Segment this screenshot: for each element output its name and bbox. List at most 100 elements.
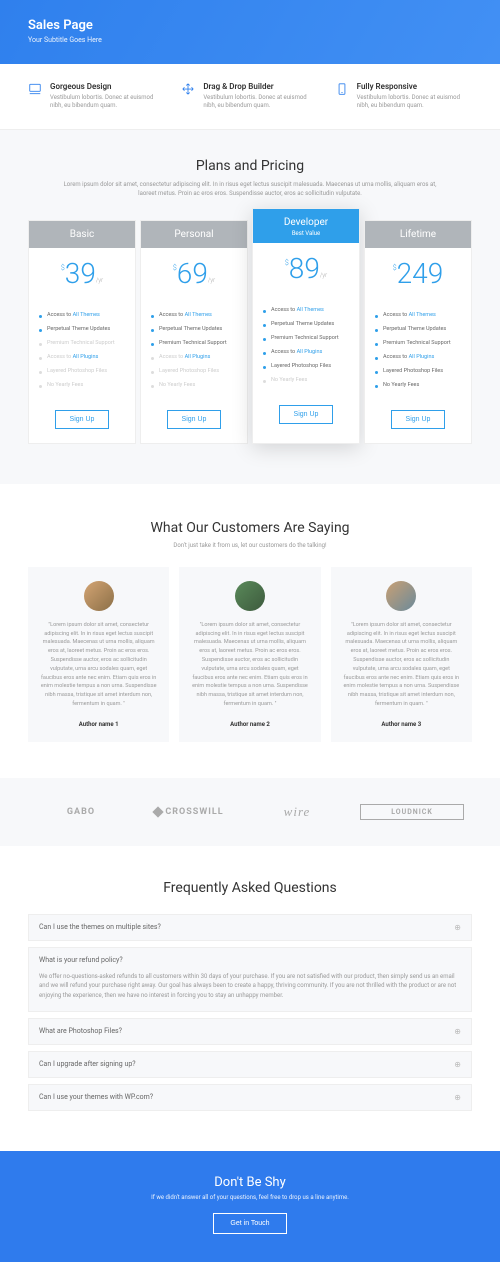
- faq-item: Can I use your themes with WP.com?⊕: [28, 1084, 472, 1111]
- testimonial-text: "Lorem ipsum dolor sit amet, consectetur…: [343, 621, 460, 709]
- plan-feature: Layered Photoshop Files: [39, 364, 125, 378]
- plan-price: $39/yr: [29, 248, 135, 300]
- signup-button[interactable]: Sign Up: [55, 410, 110, 429]
- feature-desc: Vestibulum lobortis. Donec at euismod ni…: [203, 94, 318, 111]
- plan-feature-link[interactable]: All Themes: [185, 312, 212, 318]
- feature-icon: [181, 82, 195, 96]
- avatar: [386, 581, 416, 611]
- faq-title: Frequently Asked Questions: [28, 880, 472, 896]
- faq-question[interactable]: Can I use the themes on multiple sites?⊕: [29, 915, 471, 940]
- plan-price: $69/yr: [141, 248, 247, 300]
- expand-icon: ⊕: [454, 1060, 461, 1069]
- plan-feature-link[interactable]: All Plugins: [185, 354, 211, 360]
- faq-item: Can I use the themes on multiple sites?⊕: [28, 914, 472, 941]
- testimonial-text: "Lorem ipsum dolor sit amet, consectetur…: [191, 621, 308, 709]
- plan-name: Basic: [33, 229, 131, 240]
- feature-title: Gorgeous Design: [50, 82, 165, 91]
- plan-features: Access to All ThemesPerpetual Theme Upda…: [253, 295, 359, 395]
- faq-item: What are Photoshop Files?⊕: [28, 1018, 472, 1045]
- expand-icon: ⊕: [454, 1027, 461, 1036]
- plan-features: Access to All ThemesPerpetual Theme Upda…: [365, 300, 471, 400]
- testimonial-author: Author name 2: [191, 721, 308, 728]
- plan-feature-link[interactable]: All Plugins: [297, 349, 323, 355]
- plan-feature: Perpetual Theme Updates: [263, 317, 349, 331]
- plan-feature: Layered Photoshop Files: [263, 359, 349, 373]
- plan-feature: Perpetual Theme Updates: [151, 322, 237, 336]
- plan-feature: No Yearly Fees: [375, 378, 461, 392]
- pricing-sub: Lorem ipsum dolor sit amet, consectetur …: [60, 180, 440, 198]
- brand-logo: wire: [252, 804, 342, 820]
- testimonial-author: Author name 1: [40, 721, 157, 728]
- feature-icon: [28, 82, 42, 96]
- get-in-touch-button[interactable]: Get in Touch: [213, 1213, 286, 1234]
- plan-feature: Access to All Themes: [375, 308, 461, 322]
- cta-section: Don't Be Shy If we didn't answer all of …: [0, 1151, 500, 1262]
- plan-feature-link[interactable]: All Plugins: [73, 354, 99, 360]
- plan-feature: Access to All Themes: [151, 308, 237, 322]
- best-value-label: Best Value: [257, 230, 355, 237]
- testimonial-author: Author name 3: [343, 721, 460, 728]
- expand-icon: ⊕: [454, 923, 461, 932]
- plan-price: $249: [365, 248, 471, 300]
- faq-question[interactable]: What are Photoshop Files?⊕: [29, 1019, 471, 1044]
- logos-row: GABOCROSSWILLwireLOUDNICK: [0, 778, 500, 846]
- plan-name: Lifetime: [369, 229, 467, 240]
- plan-feature: Perpetual Theme Updates: [375, 322, 461, 336]
- signup-button[interactable]: Sign Up: [167, 410, 222, 429]
- brand-logo: LOUDNICK: [360, 804, 464, 820]
- plan-price: $89/yr: [253, 243, 359, 295]
- plan-feature: Access to All Plugins: [263, 345, 349, 359]
- plan-feature-link[interactable]: All Themes: [73, 312, 100, 318]
- faq-section: Frequently Asked Questions Can I use the…: [0, 846, 500, 1151]
- plan-feature: No Yearly Fees: [263, 373, 349, 387]
- page-title: Sales Page: [28, 18, 472, 33]
- faq-item: Can I upgrade after signing up?⊕: [28, 1051, 472, 1078]
- plan-feature: Access to All Themes: [39, 308, 125, 322]
- avatar: [84, 581, 114, 611]
- plan-header: Personal: [141, 221, 247, 248]
- plan-feature-link[interactable]: All Plugins: [409, 354, 435, 360]
- plan-header: Basic: [29, 221, 135, 248]
- plan-feature: Access to All Plugins: [151, 350, 237, 364]
- pricing-section: Plans and Pricing Lorem ipsum dolor sit …: [0, 130, 500, 484]
- pricing-title: Plans and Pricing: [28, 158, 472, 174]
- testimonial-card: "Lorem ipsum dolor sit amet, consectetur…: [179, 567, 320, 742]
- testimonial-card: "Lorem ipsum dolor sit amet, consectetur…: [331, 567, 472, 742]
- plan-developer: DeveloperBest Value$89/yrAccess to All T…: [252, 208, 360, 444]
- plan-feature: Premium Technical Support: [263, 331, 349, 345]
- hero: Sales Page Your Subtitle Goes Here: [0, 0, 500, 64]
- testimonial-card: "Lorem ipsum dolor sit amet, consectetur…: [28, 567, 169, 742]
- plan-name: Developer: [257, 217, 355, 228]
- plan-feature: Premium Technical Support: [39, 336, 125, 350]
- page-subtitle: Your Subtitle Goes Here: [28, 36, 472, 44]
- cta-title: Don't Be Shy: [28, 1175, 472, 1190]
- plan-header: Lifetime: [365, 221, 471, 248]
- testimonial-text: "Lorem ipsum dolor sit amet, consectetur…: [40, 621, 157, 709]
- plan-feature: Premium Technical Support: [375, 336, 461, 350]
- plan-feature-link[interactable]: All Themes: [297, 307, 324, 313]
- feature-icon: [335, 82, 349, 96]
- faq-question[interactable]: What is your refund policy?: [29, 948, 471, 972]
- feature-desc: Vestibulum lobortis. Donec at euismod ni…: [357, 94, 472, 111]
- plan-feature: Access to All Plugins: [39, 350, 125, 364]
- plan-feature-link[interactable]: All Themes: [409, 312, 436, 318]
- faq-item: What is your refund policy?We offer no-q…: [28, 947, 472, 1012]
- plan-header: Developer Best Value: [253, 209, 359, 243]
- features-row: Gorgeous Design Vestibulum lobortis. Done…: [0, 64, 500, 130]
- plan-personal: Personal$69/yr Access to All ThemesPerpet…: [140, 220, 248, 444]
- faq-question[interactable]: Can I upgrade after signing up?⊕: [29, 1052, 471, 1077]
- plan-feature: Layered Photoshop Files: [151, 364, 237, 378]
- feature-item: Fully ResponsiveVestibulum lobortis. Don…: [335, 82, 472, 111]
- brand-logo: CROSSWILL: [144, 807, 234, 817]
- plan-feature: No Yearly Fees: [39, 378, 125, 392]
- signup-button[interactable]: Sign Up: [279, 405, 334, 424]
- feature-desc: Vestibulum lobortis. Donec at euismod ni…: [50, 94, 165, 111]
- signup-button[interactable]: Sign Up: [391, 410, 446, 429]
- plan-feature: Access to All Themes: [263, 303, 349, 317]
- faq-answer: We offer no-questions-asked refunds to a…: [29, 972, 471, 1011]
- faq-question[interactable]: Can I use your themes with WP.com?⊕: [29, 1085, 471, 1110]
- testimonials-section: What Our Customers Are Saying Don't just…: [0, 484, 500, 778]
- plan-features: Access to All ThemesPerpetual Theme Upda…: [29, 300, 135, 400]
- feature-title: Drag & Drop Builder: [203, 82, 318, 91]
- testimonials-sub: Don't just take it from us, let our cust…: [28, 542, 472, 549]
